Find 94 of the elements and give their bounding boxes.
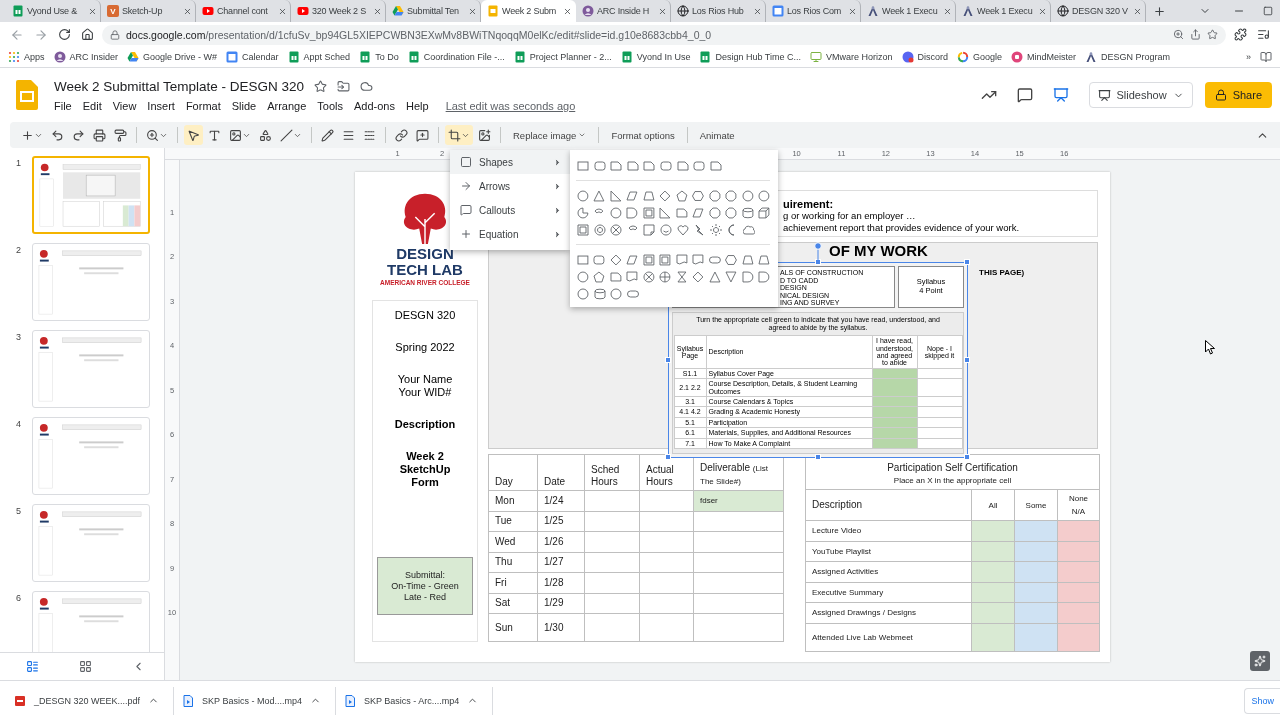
bookmark[interactable]: Discord	[901, 51, 949, 63]
browser-tab[interactable]: Los Rios Com	[766, 0, 861, 22]
menu-item[interactable]: Equation	[450, 222, 570, 246]
table-cell: Mon	[488, 490, 538, 511]
table-cell: Assigned Drawings / Designs	[805, 602, 972, 623]
menu-item[interactable]: Arrange	[267, 99, 307, 112]
menu-item[interactable]: Add-ons	[354, 99, 395, 112]
bookmark[interactable]: Apps	[8, 51, 45, 63]
address-field[interactable]: docs.google.com/presentation/d/1cfuSv_bp94GL5XIEPCWBN3EXwMv8BWiTNqoqqM0elKc/edit#slide=id.g10e8683cbb4_0_0	[102, 24, 1226, 45]
requirement-text: g or working for an employer …	[783, 210, 916, 222]
table-cell: Sun	[488, 613, 538, 642]
menu-item[interactable]: Arrows	[450, 174, 570, 198]
menu-item[interactable]: Slide	[231, 99, 257, 112]
download-item[interactable]: _DESGN 320 WEEK....pdf	[6, 686, 175, 715]
table-cell: Tue	[488, 511, 538, 532]
column-header: Sched Hours	[584, 454, 640, 491]
logo-text: TECH LAB	[387, 261, 463, 278]
browser-tab[interactable]: ARC Inside H	[576, 0, 671, 22]
toolbar-button[interactable]: Replace image	[507, 129, 593, 141]
table-cell: Sat	[488, 593, 538, 614]
table-cell: Executive Summary	[805, 582, 972, 603]
info-text: Description	[394, 418, 456, 431]
favicon-badge: V	[107, 5, 119, 17]
menu-item[interactable]: Format	[185, 99, 221, 112]
menu-item[interactable]: Edit	[82, 99, 102, 112]
more-bookmarks[interactable]: »	[1246, 52, 1251, 62]
menu-item[interactable]: Help	[406, 99, 429, 112]
menu-item[interactable]: File	[54, 99, 72, 112]
bookmark[interactable]: MindMeister	[1011, 51, 1077, 63]
table-cell: Thu	[488, 552, 538, 573]
table-subtitle: Place an X in the appropriate cell	[893, 476, 1012, 485]
browser-tab[interactable]: 320 Week 2 S	[291, 0, 386, 22]
slide-number: 6	[16, 593, 22, 603]
bookmark[interactable]: ARC Insider	[53, 51, 119, 63]
menu-item[interactable]: Callouts	[450, 198, 570, 222]
download-item[interactable]: SKP Basics - Arc....mp4	[335, 686, 494, 715]
toolbar-button[interactable]: Animate	[693, 129, 741, 141]
bookmark[interactable]: Google Drive - W#	[127, 51, 218, 63]
column-header: Description	[805, 489, 972, 521]
table-cell: Fri	[488, 572, 538, 593]
slide-number: 3	[16, 332, 22, 342]
browser-tab[interactable]: Week 1 Execu	[956, 0, 1051, 22]
requirement-heading: uirement:	[783, 198, 834, 210]
browser-tab[interactable]: V Sketch-Up	[101, 0, 196, 22]
slideshow-button[interactable]: Slideshow	[1088, 82, 1193, 108]
bookmark[interactable]: To Do	[359, 51, 399, 63]
logo-text: DESIGN	[396, 246, 454, 262]
toolbar-button[interactable]: Format options	[605, 129, 681, 141]
menu-item[interactable]: Shapes	[450, 150, 570, 174]
table-cell: YouTube Playlist	[805, 541, 972, 562]
download-item[interactable]: SKP Basics - Mod....mp4	[174, 686, 336, 715]
bookmark[interactable]: VMware Horizon	[810, 51, 893, 63]
bookmark[interactable]: Calendar	[226, 51, 279, 63]
browser-tab[interactable]: Los Rios Hub	[671, 0, 766, 22]
bookmark[interactable]: Coordination File -...	[407, 51, 505, 63]
browser-tab[interactable]: Channel cont	[196, 0, 291, 22]
slide-number: 4	[16, 419, 22, 429]
share-button[interactable]: Share	[1204, 82, 1272, 108]
slide-number: 1	[16, 158, 22, 168]
table-title: Participation Self Certification	[887, 462, 1018, 473]
browser-tab[interactable]: DESGN 320 V	[1051, 0, 1146, 22]
bookmark[interactable]: DESGN Program	[1085, 51, 1171, 63]
slide-number: 2	[16, 245, 22, 255]
info-text: Week 2 SketchUp Form	[399, 450, 451, 489]
browser-tab[interactable]: Week 2 Subm	[481, 0, 576, 22]
bookmark[interactable]: Google	[957, 51, 1003, 63]
menu-item[interactable]: View	[112, 99, 137, 112]
bookmark[interactable]: Design Hub Time C...	[699, 51, 801, 63]
table-cell: Lecture Video	[805, 520, 972, 541]
info-text: Your Name Your WID#	[397, 373, 453, 399]
menu-item[interactable]: Tools	[317, 99, 343, 112]
column-header: Actual Hours	[639, 454, 694, 491]
url-text: docs.google.com/presentation/d/1cfuSv_bp94GL5XIEPCWBN3EXwMv8BWiTNqoqqM0elKc/edit#slide=id.g10e8683cbb4_0_0	[126, 28, 712, 41]
last-edit-link[interactable]: Last edit was seconds ago	[445, 99, 576, 112]
bookmark[interactable]: Appt Sched	[287, 51, 351, 63]
column-header: Day	[488, 454, 538, 491]
menu-item[interactable]: Insert	[147, 99, 175, 112]
slide-number: 5	[16, 506, 22, 516]
column-header: Date	[537, 454, 585, 491]
browser-tab[interactable]: Week 1 Execu	[861, 0, 956, 22]
document-title[interactable]: Week 2 Submittal Template - DESGN 320	[54, 78, 305, 94]
submittal-note: Submittal: On-Time - Green Late - Red	[377, 557, 473, 615]
panel-note: THIS PAGE)	[979, 268, 1025, 277]
table-cell: Assigned Activities	[805, 561, 972, 582]
show-all-button[interactable]: Show	[1244, 687, 1280, 714]
bookmark[interactable]: Vyond In Use	[620, 51, 691, 63]
bookmark[interactable]: Project Planner - 2...	[513, 51, 612, 63]
info-text: Spring 2022	[395, 341, 455, 354]
table-cell: Wed	[488, 531, 538, 552]
browser-tab[interactable]: Vyond Use &	[6, 0, 101, 22]
table-cell: Attended Live Lab Webmeet	[805, 623, 972, 651]
panel-heading: OF MY WORK	[829, 243, 928, 258]
requirement-text: achievement report that provides evidence of your work.	[783, 222, 1020, 234]
info-text: DESGN 320	[394, 309, 456, 322]
